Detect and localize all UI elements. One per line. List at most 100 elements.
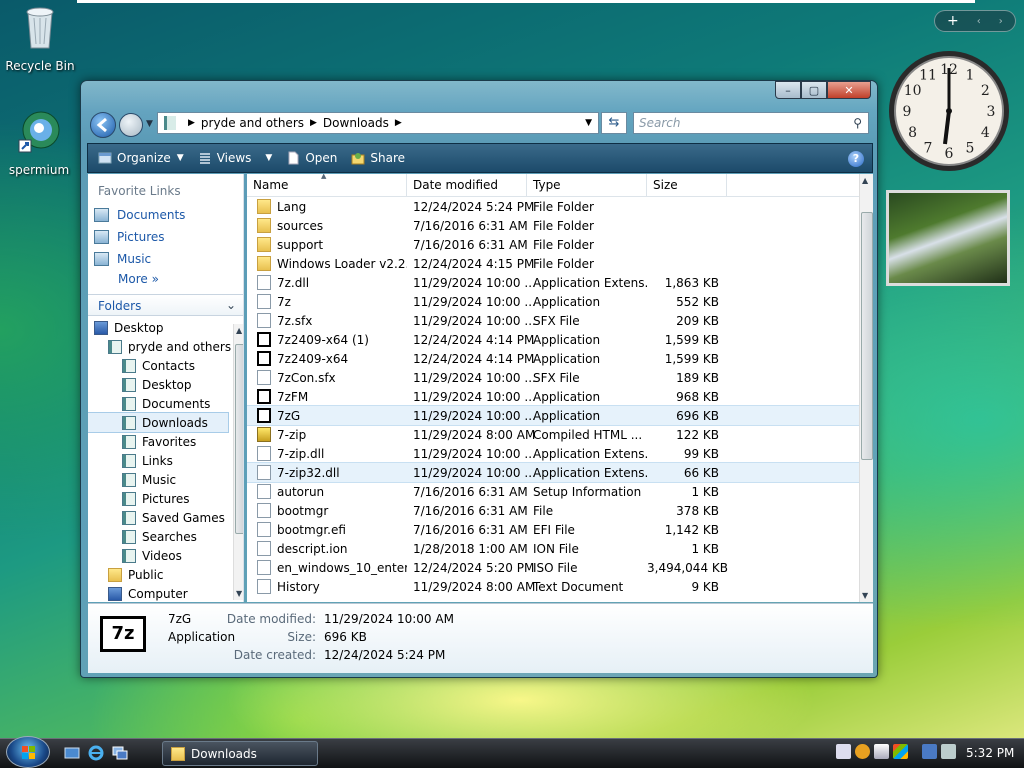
chevron-right-icon[interactable]: ▶ [395, 118, 402, 128]
tree-item[interactable]: Pictures [88, 489, 228, 508]
taskbar-clock[interactable]: 5:32 PM [966, 746, 1014, 760]
column-header-name[interactable]: Name ▲ [247, 174, 407, 196]
file-row[interactable]: sources 7/16/2016 6:31 AM File Folder [247, 216, 873, 235]
more-links-button[interactable]: More » [88, 270, 243, 290]
tree-scrollbar[interactable]: ▲ ▼ [233, 324, 243, 600]
favorite-link-music[interactable]: Music [88, 248, 243, 270]
network-icon[interactable] [922, 744, 937, 759]
tree-scrollbar-thumb[interactable] [235, 344, 243, 534]
organize-button[interactable]: Organize ▼ [98, 151, 184, 165]
help-icon[interactable]: ? [848, 151, 864, 167]
details-date-created-value[interactable]: 12/24/2024 5:24 PM [324, 648, 445, 662]
add-gadget-button[interactable]: + [947, 13, 959, 29]
minimize-button[interactable]: – [775, 81, 801, 99]
desktop-icon-spermium[interactable]: spermium [1, 108, 77, 177]
tree-item[interactable]: Desktop [88, 318, 228, 337]
breadcrumb-downloads[interactable]: Downloads [323, 116, 389, 130]
tree-item[interactable]: Searches [88, 527, 228, 546]
refresh-button[interactable]: ⇆ [601, 112, 627, 134]
search-input[interactable]: Search ⚲ [633, 112, 869, 134]
tree-item[interactable]: Contacts [88, 356, 228, 375]
back-button[interactable] [90, 112, 116, 138]
file-row[interactable]: 7-zip.dll 11/29/2024 10:00 ... Application… [247, 444, 873, 463]
tree-item[interactable]: pryde and others [88, 337, 231, 356]
file-row[interactable]: Lang 12/24/2024 5:24 PM File Folder [247, 197, 873, 216]
explorer-window[interactable]: – ▢ ✕ ▼ ▶ pryde and others ▶ Downloads ▶… [80, 80, 878, 678]
start-button[interactable] [6, 736, 50, 768]
file-row[interactable]: 7z.sfx 11/29/2024 10:00 ... SFX File 209 KB [247, 311, 873, 330]
file-row[interactable]: 7-zip32.dll 11/29/2024 10:00 ... Applicati… [247, 462, 873, 483]
scroll-down-icon[interactable]: ▼ [236, 589, 242, 598]
details-date-modified-value[interactable]: 11/29/2024 10:00 AM [324, 612, 454, 626]
breadcrumb-user[interactable]: pryde and others [201, 116, 304, 130]
file-row[interactable]: autorun 7/16/2016 6:31 AM Setup Informatio… [247, 482, 873, 501]
show-desktop-icon[interactable] [64, 745, 80, 761]
next-gadget-button[interactable]: › [999, 16, 1003, 27]
tree-item[interactable]: Computer [88, 584, 228, 602]
file-row[interactable]: bootmgr.efi 7/16/2016 6:31 AM EFI File 1,14… [247, 520, 873, 539]
recent-pages-dropdown[interactable]: ▼ [146, 119, 153, 129]
switch-windows-icon[interactable] [112, 745, 128, 761]
prev-gadget-button[interactable]: ‹ [977, 16, 981, 27]
file-row[interactable]: History 11/29/2024 8:00 AM Text Document 9 … [247, 577, 873, 596]
notification-icon[interactable] [874, 744, 889, 759]
share-button[interactable]: Share [351, 151, 405, 165]
tree-item-label: Favorites [142, 434, 197, 449]
taskbar-button-downloads[interactable]: Downloads [162, 741, 318, 766]
file-icon [257, 522, 271, 537]
scroll-down-icon[interactable]: ▼ [862, 591, 868, 600]
desktop-icon-recycle-bin[interactable]: Recycle Bin [2, 4, 78, 73]
file-row[interactable]: 7z 11/29/2024 10:00 ... Application 552 KB [247, 292, 873, 311]
close-button[interactable]: ✕ [827, 81, 871, 99]
scroll-up-icon[interactable]: ▲ [862, 176, 868, 185]
internet-explorer-icon[interactable] [88, 745, 104, 761]
file-row[interactable]: 7zFM 11/29/2024 10:00 ... Application 968 K… [247, 387, 873, 406]
scroll-up-icon[interactable]: ▲ [236, 326, 242, 335]
open-button[interactable]: Open [286, 151, 337, 165]
column-header-date[interactable]: Date modified [407, 174, 527, 196]
chevron-right-icon[interactable]: ▶ [188, 118, 195, 128]
slideshow-gadget[interactable] [886, 190, 1010, 286]
address-dropdown-icon[interactable]: ▼ [585, 118, 592, 128]
file-row[interactable]: 7zCon.sfx 11/29/2024 10:00 ... SFX File 189… [247, 368, 873, 387]
column-header-size[interactable]: Size [647, 174, 727, 196]
tree-item[interactable]: Links [88, 451, 228, 470]
file-row[interactable]: bootmgr 7/16/2016 6:31 AM File 378 KB [247, 501, 873, 520]
vm-tools-icon[interactable] [836, 744, 851, 759]
tree-item[interactable]: Music [88, 470, 228, 489]
tree-item[interactable]: Public [88, 565, 228, 584]
tree-item[interactable]: Favorites [88, 432, 228, 451]
file-row[interactable]: 7z2409-x64 (1) 12/24/2024 4:14 PM Applicat… [247, 330, 873, 349]
file-row[interactable]: 7z.dll 11/29/2024 10:00 ... Application Ex… [247, 273, 873, 292]
file-row[interactable]: en_windows_10_enterp... 12/24/2024 5:20 P… [247, 558, 873, 577]
tree-item[interactable]: Saved Games [88, 508, 228, 527]
security-shield-icon[interactable] [855, 744, 870, 759]
file-name: 7-zip [277, 427, 307, 442]
folders-header[interactable]: Folders ⌄ [88, 294, 243, 316]
column-header-type[interactable]: Type [527, 174, 647, 196]
file-row[interactable]: descript.ion 1/28/2018 1:00 AM ION File 1 K… [247, 539, 873, 558]
forward-button[interactable] [119, 113, 143, 137]
tree-item[interactable]: Downloads [88, 412, 229, 433]
maximize-button[interactable]: ▢ [801, 81, 827, 99]
volume-icon[interactable] [941, 744, 956, 759]
file-row[interactable]: 7zG 11/29/2024 10:00 ... Application 696 KB [247, 405, 873, 426]
views-button[interactable]: Views ▼ [198, 151, 272, 165]
windows-update-icon[interactable] [893, 744, 908, 759]
address-bar[interactable]: ▶ pryde and others ▶ Downloads ▶ ▼ [157, 112, 599, 134]
file-type: File Folder [533, 237, 594, 252]
clock-gadget[interactable]: 121234567891011 [887, 48, 1011, 174]
favorite-link-documents[interactable]: Documents [88, 204, 243, 226]
list-scrollbar-thumb[interactable] [861, 212, 873, 460]
file-row[interactable]: Windows Loader v2.2.2 12/24/2024 4:15 PM F… [247, 254, 873, 273]
chevron-right-icon[interactable]: ▶ [310, 118, 317, 128]
tree-item[interactable]: Documents [88, 394, 228, 413]
list-scrollbar[interactable]: ▲ ▼ [859, 174, 873, 602]
file-row[interactable]: 7-zip 11/29/2024 8:00 AM Compiled HTML ...… [247, 425, 873, 444]
tree-item[interactable]: Desktop [88, 375, 228, 394]
favorite-link-pictures[interactable]: Pictures [88, 226, 243, 248]
tree-item[interactable]: Videos [88, 546, 228, 565]
file-row[interactable]: support 7/16/2016 6:31 AM File Folder [247, 235, 873, 254]
file-row[interactable]: 7z2409-x64 12/24/2024 4:14 PM Application 1… [247, 349, 873, 368]
search-icon[interactable]: ⚲ [853, 113, 862, 133]
